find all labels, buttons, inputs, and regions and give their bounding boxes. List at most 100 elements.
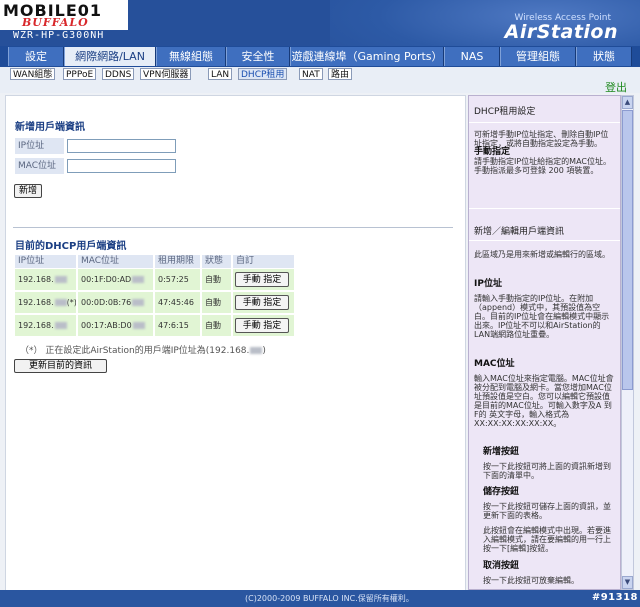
col-lease: 租用期限 bbox=[155, 255, 200, 268]
row2-mac-text: 00:0D:0B:76 bbox=[81, 298, 132, 307]
redacted-mark bbox=[132, 299, 145, 306]
scroll-down-icon[interactable]: ▼ bbox=[622, 576, 633, 589]
nav-nas[interactable]: NAS bbox=[444, 47, 500, 66]
product-logo: AirStation bbox=[504, 21, 618, 43]
buffalo-logo-text: BUFFALO bbox=[22, 16, 89, 29]
help-title: DHCP租用設定 bbox=[474, 107, 536, 117]
row3-manual-assign-button[interactable]: 手動 指定 bbox=[235, 318, 289, 333]
col-custom: 自訂 bbox=[233, 255, 294, 268]
row1-lease: 0:57:25 bbox=[155, 269, 200, 290]
note-prefix: （*） 正在設定此AirStation的用戶端IP位址為(192.168. bbox=[20, 346, 250, 356]
row1-manual-assign-button[interactable]: 手動 指定 bbox=[235, 272, 289, 287]
row2-ip-text: 192.168. bbox=[18, 298, 54, 307]
scroll-thumb[interactable] bbox=[622, 110, 633, 390]
subnav-ddns[interactable]: DDNS bbox=[102, 68, 135, 80]
help-intro-text: 可新增手動IP位址指定、刪除自動IP位址指定，或將自動指定設定為手動。 bbox=[474, 130, 609, 148]
nav-admin[interactable]: 管理組態 bbox=[500, 47, 576, 66]
nav-security[interactable]: 安全性 bbox=[226, 47, 290, 66]
help-save-button-title: 儲存按鈕 bbox=[483, 487, 520, 497]
row3-lease: 47:6:15 bbox=[155, 315, 200, 336]
help-cancel-button-text: 按一下此按鈕可放棄編輯。 bbox=[483, 576, 579, 585]
ip-label: IP位址 bbox=[15, 138, 64, 154]
row1-mac-text: 00:1F:D0:AD bbox=[81, 275, 132, 284]
help-cancel-button-title: 取消按鈕 bbox=[483, 561, 520, 571]
toolbar-strip bbox=[0, 81, 640, 93]
subnav-wan[interactable]: WAN組態 bbox=[10, 68, 56, 80]
help-edit-button-text: 此按鈕會在編輯模式中出現。若要進入編輯模式，請在要編輯的用一行上按一下[編輯]按… bbox=[483, 526, 611, 553]
row1-status: 自動 bbox=[202, 269, 231, 290]
row2-ip: 192.168. (*) bbox=[15, 292, 76, 313]
current-client-note: （*） 正在設定此AirStation的用戶端IP位址為(192.168.) bbox=[20, 343, 266, 356]
row3-ip: 192.168. bbox=[15, 315, 76, 336]
help-separator bbox=[469, 122, 620, 123]
nav-gaming-ports[interactable]: 遊戲連線埠（Gaming Ports） bbox=[290, 47, 444, 66]
redacted-mark bbox=[250, 347, 263, 354]
help-panel: DHCP租用設定 可新增手動IP位址指定、刪除自動IP位址指定，或將自動指定設定… bbox=[468, 95, 621, 590]
copyright: (C)2000-2009 BUFFALO INC.保留所有權利。 bbox=[245, 594, 414, 603]
section-divider bbox=[13, 227, 453, 228]
subnav-dhcp-lease[interactable]: DHCP租用 bbox=[238, 68, 288, 80]
mac-label: MAC位址 bbox=[15, 158, 64, 174]
row3-mac-text: 00:17:AB:D0 bbox=[81, 321, 132, 330]
subnav-vpn[interactable]: VPN伺服器 bbox=[140, 68, 192, 80]
footer: (C)2000-2009 BUFFALO INC.保留所有權利。 bbox=[0, 590, 640, 607]
row2-lease: 47:45:46 bbox=[155, 292, 200, 313]
col-ip: IP位址 bbox=[15, 255, 76, 268]
help-manual-text: 請手動指定IP位址給指定的MAC位址。 bbox=[474, 157, 612, 166]
current-clients-title: 目前的DHCP用戶端資訊 bbox=[15, 241, 127, 252]
help-manual-limit: 手動指派最多可登錄 200 項裝置。 bbox=[474, 166, 599, 175]
row2-mac: 00:0D:0B:76 bbox=[78, 292, 153, 313]
help-mac-text: 輸入MAC位址來指定電腦。MAC位址會被分配到電腦及網卡。當您增加MAC位址預設… bbox=[474, 374, 614, 428]
help-ip-text: 請輸入手動指定的IP位址。在附加（append）模式中，其預設值為空白。目前的I… bbox=[474, 294, 610, 339]
watermark: #91318 bbox=[591, 592, 638, 603]
row3-mac: 00:17:AB:D0 bbox=[78, 315, 153, 336]
row1-mac: 00:1F:D0:AD bbox=[78, 269, 153, 290]
row1-ip: 192.168. bbox=[15, 269, 76, 290]
ip-input[interactable] bbox=[67, 139, 176, 153]
nav-internet-lan[interactable]: 網際網路/LAN bbox=[64, 47, 156, 66]
refresh-button[interactable]: 更新目前的資訊 bbox=[14, 359, 107, 373]
add-button[interactable]: 新增 bbox=[14, 184, 42, 198]
help-separator bbox=[469, 240, 620, 241]
mac-input[interactable] bbox=[67, 159, 176, 173]
redacted-mark bbox=[132, 322, 145, 329]
subnav-routing[interactable]: 路由 bbox=[328, 68, 353, 80]
row2-manual-assign-button[interactable]: 手動 指定 bbox=[235, 295, 289, 310]
note-suffix: ) bbox=[262, 346, 266, 356]
help-edit-text: 此區域乃是用來新增或編輯行的區域。 bbox=[474, 250, 610, 259]
logout-link[interactable]: 登出 bbox=[605, 79, 627, 95]
brand-logo: MOBILE01 BUFFALO bbox=[0, 0, 128, 30]
header: MOBILE01 BUFFALO WZR-HP-G300NH Wireless … bbox=[0, 0, 640, 46]
help-scrollbar[interactable]: ▲ ▼ bbox=[621, 95, 634, 590]
nav-setup[interactable]: 設定 bbox=[8, 47, 64, 66]
help-manual-label: 手動指定 bbox=[474, 147, 511, 157]
help-save-button-text: 按一下此按鈕可儲存上面的資訊，並更新下面的表格。 bbox=[483, 502, 611, 520]
row2-ip-suffix: (*) bbox=[66, 298, 76, 307]
scroll-up-icon[interactable]: ▲ bbox=[622, 96, 633, 109]
help-ip-title: IP位址 bbox=[474, 279, 502, 289]
subnav-pppoe[interactable]: PPPoE bbox=[63, 68, 97, 80]
redacted-mark bbox=[54, 299, 67, 306]
col-mac: MAC位址 bbox=[78, 255, 153, 268]
help-new-button-title: 新增按鈕 bbox=[483, 447, 520, 457]
row3-ip-text: 192.168. bbox=[18, 321, 54, 330]
help-separator bbox=[469, 208, 620, 209]
nav-status[interactable]: 狀態 bbox=[576, 47, 632, 66]
sub-nav: WAN組態 PPPoE DDNS VPN伺服器 LAN DHCP租用 NAT 路… bbox=[0, 67, 640, 81]
redacted-mark bbox=[54, 276, 67, 283]
add-client-title: 新增用戶端資訊 bbox=[15, 122, 85, 133]
help-intro: 可新增手動IP位址指定、刪除自動IP位址指定，或將自動指定設定為手動。 手動指定… bbox=[474, 130, 614, 175]
redacted-mark bbox=[132, 276, 145, 283]
main-content: 新增用戶端資訊 IP位址 MAC位址 新增 目前的DHCP用戶端資訊 IP位址 … bbox=[5, 95, 466, 592]
main-nav: 設定 網際網路/LAN 無線組態 安全性 遊戲連線埠（Gaming Ports）… bbox=[0, 46, 640, 67]
help-edit-title: 新增／編輯用戶端資訊 bbox=[474, 227, 565, 237]
help-new-button-text: 按一下此按鈕可將上面的資訊新增到下面的清單中。 bbox=[483, 462, 611, 480]
subnav-nat[interactable]: NAT bbox=[299, 68, 323, 80]
subnav-lan[interactable]: LAN bbox=[208, 68, 233, 80]
col-status: 狀態 bbox=[202, 255, 231, 268]
row3-status: 自動 bbox=[202, 315, 231, 336]
model-name: WZR-HP-G300NH bbox=[13, 30, 105, 41]
row2-status: 自動 bbox=[202, 292, 231, 313]
nav-wireless[interactable]: 無線組態 bbox=[156, 47, 226, 66]
row1-ip-text: 192.168. bbox=[18, 275, 54, 284]
